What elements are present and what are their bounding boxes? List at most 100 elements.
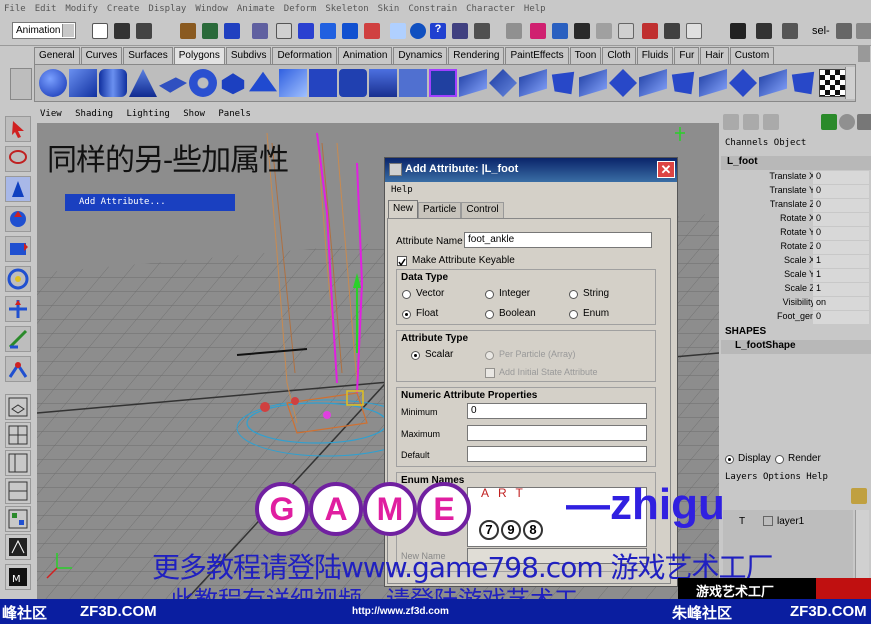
channel-row[interactable]: Translate Y0 [721,185,871,199]
poly-wedge-icon[interactable] [579,69,607,97]
integer-radio[interactable] [485,290,494,299]
help-icon[interactable]: ? [430,23,446,39]
channel-row[interactable]: Scale Z1 [721,283,871,297]
vector-radio[interactable] [402,290,411,299]
layout-icon[interactable] [836,23,852,39]
layer-visibility-flag[interactable]: T [739,516,745,527]
tab-dynamics[interactable]: Dynamics [393,47,448,64]
tab-new[interactable]: New [388,200,419,218]
channel-row[interactable]: Translate Z0 [721,199,871,213]
channel-value[interactable]: 0 [813,227,869,240]
ipr-icon[interactable] [756,23,772,39]
node-name[interactable]: L_foot [721,156,871,170]
render-view-icon[interactable] [730,23,746,39]
poly-cylinder-icon[interactable] [99,69,127,97]
scale-tool-icon[interactable] [5,266,31,292]
poly-bevel-icon[interactable] [519,69,547,97]
dialog-help-menu[interactable]: Help [391,185,413,195]
menu-modify[interactable]: Modify [65,4,98,14]
tab-custom[interactable]: Custom [729,47,775,64]
select-object-icon[interactable] [202,23,218,39]
move-tool-icon[interactable] [5,206,31,232]
poly-cube-icon[interactable] [69,69,97,97]
channel-box-toggle-icon[interactable] [686,23,702,39]
viewport-menu-view[interactable]: View [40,109,62,119]
tab-control[interactable]: Control [461,202,504,218]
per-particle-radio[interactable] [485,351,494,360]
shape-node-name[interactable]: L_footShape [721,340,871,354]
poly-extrude-face-icon[interactable] [459,69,487,97]
menu-skin[interactable]: Skin [378,4,400,14]
select-tool-icon[interactable] [5,116,31,142]
channel-value[interactable]: 1 [813,255,869,268]
layer-name[interactable]: layer1 [777,516,804,527]
select-component-icon[interactable] [224,23,240,39]
tab-rendering[interactable]: Rendering [448,47,505,64]
four-view-layout-icon[interactable] [5,422,31,448]
new-scene-icon[interactable] [92,23,108,39]
trax-icon[interactable] [596,23,612,39]
rotate-tool-icon[interactable] [5,236,31,262]
options-icon[interactable] [857,114,871,130]
select-hierarchy-icon[interactable] [180,23,196,39]
channel-value[interactable]: 0 [813,311,869,324]
tab-deformation[interactable]: Deformation [272,47,337,64]
custom-layout-icon[interactable] [5,534,31,560]
tab-fluids[interactable]: Fluids [636,47,674,64]
channel-value[interactable]: 0 [813,171,869,184]
persp-outliner-layout-icon[interactable] [5,450,31,476]
layer-color-swatch[interactable] [763,516,773,526]
snap-point-icon[interactable] [320,23,336,39]
menu-skeleton[interactable]: Skeleton [325,4,368,14]
tab-hair[interactable]: Hair [700,47,729,64]
channel-value[interactable]: 0 [813,185,869,198]
keyable-checkbox[interactable] [397,256,407,267]
tab-particle[interactable]: Particle [418,202,462,218]
menu-help[interactable]: Help [524,4,546,14]
channel-box-icon[interactable] [723,114,739,130]
tab-subdivs[interactable]: Subdivs [225,47,272,64]
viewport-menu-panels[interactable]: Panels [218,109,251,119]
tool-settings-icon[interactable] [664,23,680,39]
paint-select-tool-icon[interactable] [5,176,31,202]
poly-extrude-edge-icon[interactable] [489,69,517,97]
channel-value[interactable]: 1 [813,283,869,296]
poly-smooth-icon[interactable] [369,69,397,97]
layer-editor-icon[interactable] [743,114,759,130]
default-field[interactable] [467,446,647,462]
maximum-field[interactable] [467,425,647,441]
render-icon[interactable] [410,23,426,39]
history-icon[interactable] [390,23,406,39]
poly-plane-icon[interactable] [159,77,187,93]
hypershade-layout-icon[interactable] [5,506,31,532]
poly-boolean-icon[interactable] [429,69,457,97]
tab-painteffects[interactable]: PaintEffects [505,47,569,64]
menu-channels[interactable]: Channels [725,138,768,148]
channel-row[interactable]: Foot_gen 0 [721,311,871,325]
scalar-radio[interactable] [411,351,420,360]
viewport-menu-show[interactable]: Show [183,109,205,119]
save-scene-icon[interactable] [136,23,152,39]
snap-curve-icon[interactable] [298,23,314,39]
persp-graph-layout-icon[interactable] [5,478,31,504]
channel-value[interactable]: 0 [813,199,869,212]
channel-row[interactable]: Rotate Y0 [721,227,871,241]
shelf-menu-button[interactable] [10,68,32,100]
tab-fur[interactable]: Fur [674,47,700,64]
menu-display[interactable]: Display [148,4,186,14]
poly-subdivide-icon[interactable] [729,69,757,97]
new-layer-icon[interactable] [851,488,867,504]
ipr-render-icon[interactable] [452,23,468,39]
tab-animation[interactable]: Animation [337,47,393,64]
channel-value[interactable]: 0 [813,241,869,254]
snap-view-icon[interactable] [342,23,358,39]
channel-value[interactable]: 1 [813,269,869,282]
poly-triangulate-icon[interactable] [759,69,787,97]
minimum-field[interactable]: 0 [467,403,647,419]
tab-cloth[interactable]: Cloth [602,47,636,64]
render-globals-icon[interactable] [474,23,490,39]
poly-sphere-icon[interactable] [39,69,67,97]
single-view-layout-icon[interactable] [5,394,31,420]
render-settings-icon[interactable] [782,23,798,39]
channel-row[interactable]: Rotate Z0 [721,241,871,255]
